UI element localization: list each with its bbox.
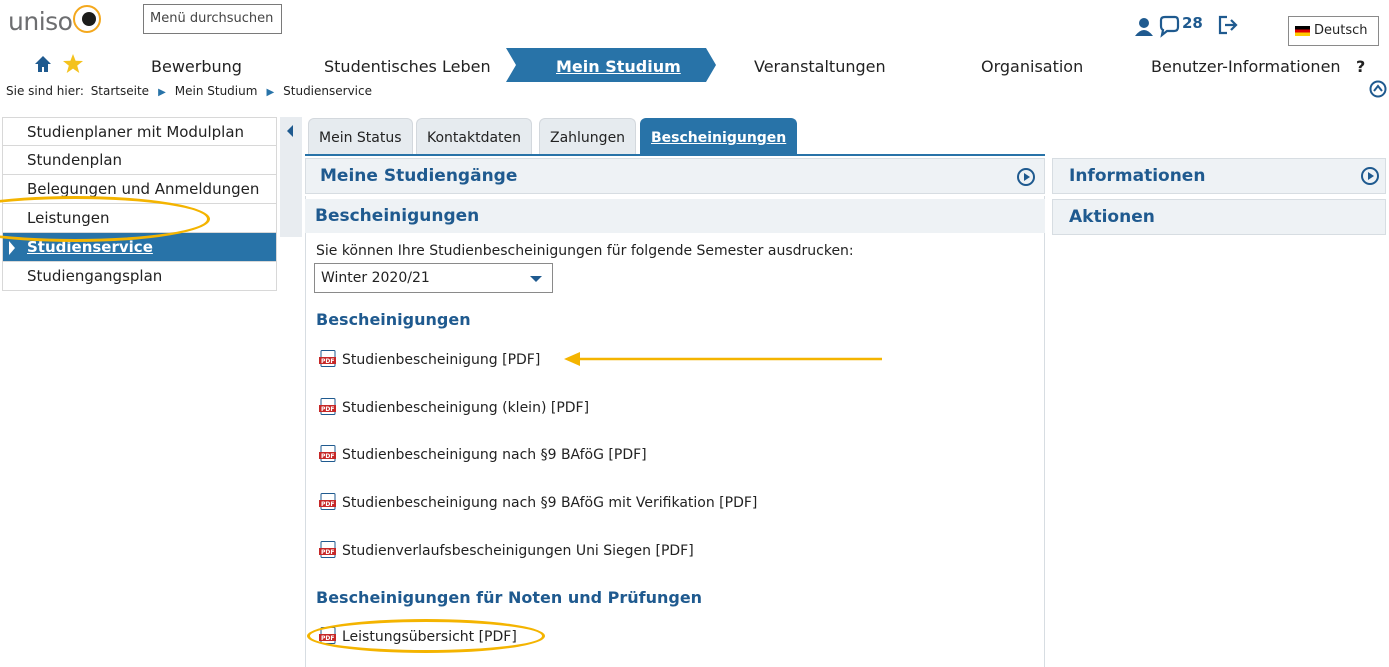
highlight-ellipse-leistungsuebersicht xyxy=(307,619,545,653)
svg-text:PDF: PDF xyxy=(321,406,334,413)
tab-kontaktdaten[interactable]: Kontaktdaten xyxy=(416,118,533,154)
svg-text:PDF: PDF xyxy=(321,501,334,508)
link-studienbescheinigung-klein[interactable]: PDF Studienbescheinigung (klein) [PDF] xyxy=(319,398,589,416)
nav-mein-studium[interactable]: Mein Studium xyxy=(556,48,681,82)
user-icon[interactable] xyxy=(1133,16,1155,38)
panel-meine-studiengaenge[interactable]: Meine Studiengänge xyxy=(305,158,1045,194)
breadcrumb-startseite[interactable]: Startseite xyxy=(91,84,149,98)
sidebar-item-studienplaner[interactable]: Studienplaner mit Modulplan xyxy=(2,117,277,146)
tab-zahlungen[interactable]: Zahlungen xyxy=(539,118,637,154)
expand-informationen-icon[interactable] xyxy=(1361,167,1379,185)
sidebar-collapse-button[interactable] xyxy=(280,117,302,237)
tab-bescheinigungen[interactable]: Bescheinigungen xyxy=(640,118,798,154)
pdf-icon: PDF xyxy=(319,493,336,510)
semester-select[interactable]: Winter 2020/21 xyxy=(314,263,553,293)
panel-aktionen[interactable]: Aktionen xyxy=(1052,199,1386,235)
pdf-icon: PDF xyxy=(319,445,336,462)
link-studienbescheinigung-bafoeg[interactable]: PDF Studienbescheinigung nach §9 BAföG [P… xyxy=(319,445,647,463)
expand-studiengaenge-icon[interactable] xyxy=(1017,168,1035,186)
pdf-icon: PDF xyxy=(319,398,336,415)
link-studienverlaufsbescheinigungen[interactable]: PDF Studienverlaufsbescheinigungen Uni Si… xyxy=(319,541,694,559)
nav-bewerbung[interactable]: Bewerbung xyxy=(151,48,242,82)
tab-mein-status[interactable]: Mein Status xyxy=(308,118,413,154)
nav-benutzer-informationen[interactable]: Benutzer-Informationen xyxy=(1151,48,1341,82)
chevron-right-icon: ▶ xyxy=(266,87,275,98)
breadcrumb-prefix: Sie sind hier: xyxy=(6,84,84,98)
nav-organisation[interactable]: Organisation xyxy=(981,48,1083,82)
section-bescheinigungen: Bescheinigungen xyxy=(316,310,471,329)
svg-text:PDF: PDF xyxy=(321,358,334,365)
link-studienbescheinigung-bafoeg-verifikation[interactable]: PDF Studienbescheinigung nach §9 BAföG mi… xyxy=(319,493,757,511)
unison-logo[interactable]: uniso xyxy=(8,2,102,36)
menu-search-input[interactable]: Menü durchsuchen xyxy=(143,4,282,34)
pdf-icon: PDF xyxy=(319,541,336,558)
main-navigation: Bewerbung Studentisches Leben Mein Studi… xyxy=(0,48,1389,82)
star-icon[interactable] xyxy=(62,53,84,75)
pdf-icon: PDF xyxy=(319,350,336,367)
link-studienbescheinigung[interactable]: PDF Studienbescheinigung [PDF] xyxy=(319,350,540,368)
panel-informationen[interactable]: Informationen xyxy=(1052,158,1386,194)
tab-underline xyxy=(305,154,1045,156)
home-icon[interactable] xyxy=(33,54,53,74)
panel-bescheinigungen-header: Bescheinigungen xyxy=(305,199,1045,233)
logout-icon[interactable] xyxy=(1216,14,1240,36)
breadcrumb-studienservice[interactable]: Studienservice xyxy=(283,84,372,98)
help-button[interactable]: ? xyxy=(1356,48,1365,82)
breadcrumb-mein-studium[interactable]: Mein Studium xyxy=(175,84,258,98)
semester-intro-text: Sie können Ihre Studienbescheinigungen f… xyxy=(316,243,854,259)
sidebar-item-studiengangsplan[interactable]: Studiengangsplan xyxy=(2,262,277,291)
logo-circle xyxy=(73,5,102,33)
svg-text:PDF: PDF xyxy=(321,453,334,460)
chevron-right-icon: ▶ xyxy=(158,87,166,98)
chat-icon[interactable] xyxy=(1157,14,1181,38)
svg-text:PDF: PDF xyxy=(321,549,334,556)
scroll-top-icon[interactable] xyxy=(1369,80,1387,98)
message-count[interactable]: 28 xyxy=(1182,14,1203,32)
breadcrumb: Sie sind hier: Startseite ▶ Mein Studium ▶ S… xyxy=(6,84,375,98)
arrow-annotation-icon xyxy=(564,352,882,366)
nav-studentisches-leben[interactable]: Studentisches Leben xyxy=(324,48,491,82)
german-flag-icon xyxy=(1295,25,1310,36)
sidebar-item-stundenplan[interactable]: Stundenplan xyxy=(2,146,277,175)
section-noten-pruefungen: Bescheinigungen für Noten und Prüfungen xyxy=(316,588,703,607)
language-button[interactable]: Deutsch xyxy=(1288,16,1379,46)
nav-veranstaltungen[interactable]: Veranstaltungen xyxy=(754,48,886,82)
